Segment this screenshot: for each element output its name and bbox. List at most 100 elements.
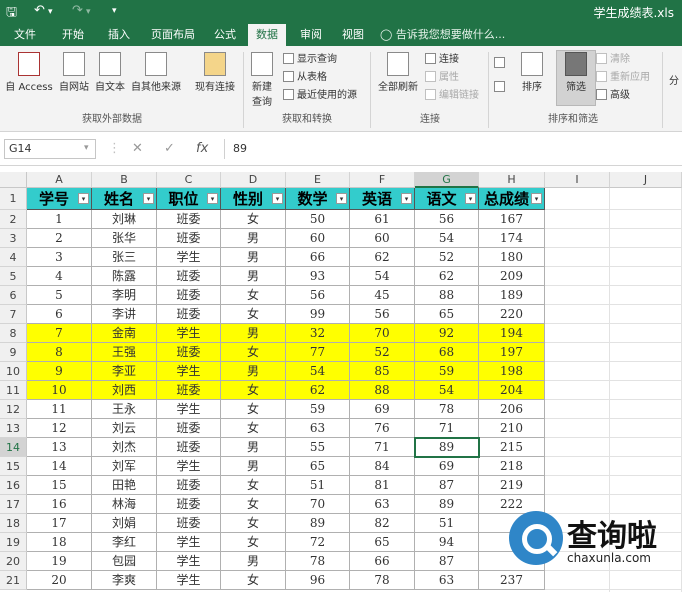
table-cell[interactable]: 王永 (92, 400, 157, 419)
name-box[interactable]: G14 (4, 139, 96, 159)
table-cell[interactable]: 班委 (157, 476, 221, 495)
table-cell[interactable]: 69 (350, 400, 415, 419)
filter-dropdown-icon[interactable]: ▾ (272, 193, 283, 204)
from-table-button[interactable]: 从表格 (283, 70, 327, 86)
table-cell[interactable]: 班委 (157, 286, 221, 305)
column-header-a[interactable]: A (27, 172, 92, 188)
row-header-14[interactable]: 14 (0, 438, 27, 457)
table-cell[interactable]: 学生 (157, 571, 221, 590)
from-access-button[interactable]: 自 Access (4, 52, 54, 93)
table-cell[interactable]: 李明 (92, 286, 157, 305)
refresh-all-button[interactable]: 全部刷新 (374, 52, 422, 93)
table-cell[interactable]: 78 (350, 571, 415, 590)
tell-me-box[interactable]: ◯ 告诉我您想要做什么... (380, 24, 505, 46)
table-cell[interactable]: 女 (221, 400, 286, 419)
table-cell[interactable]: 54 (350, 267, 415, 286)
new-query-button[interactable]: 新建 查询 (246, 52, 278, 108)
table-cell[interactable]: 68 (415, 343, 479, 362)
table-cell[interactable]: 180 (479, 248, 545, 267)
enter-icon[interactable]: ✓ (164, 141, 175, 156)
table-cell[interactable]: 65 (286, 457, 350, 476)
row-header-15[interactable]: 15 (0, 457, 27, 476)
from-text-button[interactable]: 自文本 (92, 52, 128, 93)
column-header-i[interactable]: I (545, 172, 610, 188)
column-header-h[interactable]: H (479, 172, 545, 188)
table-cell[interactable]: 63 (415, 571, 479, 590)
table-cell[interactable]: 65 (415, 305, 479, 324)
table-cell[interactable]: 89 (415, 495, 479, 514)
table-cell[interactable]: 男 (221, 362, 286, 381)
table-cell[interactable]: 219 (479, 476, 545, 495)
tab-page-layout[interactable]: 页面布局 (144, 24, 202, 46)
table-cell[interactable]: 男 (221, 324, 286, 343)
table-cell[interactable]: 65 (350, 533, 415, 552)
header-cell[interactable]: 英语 ▾ (350, 188, 415, 210)
table-cell[interactable]: 55 (286, 438, 350, 457)
table-cell[interactable]: 林海 (92, 495, 157, 514)
header-cell[interactable]: 学号 ▾ (27, 188, 92, 210)
table-cell[interactable]: 4 (27, 267, 92, 286)
table-cell[interactable]: 194 (479, 324, 545, 343)
table-cell[interactable]: 李亚 (92, 362, 157, 381)
table-cell[interactable]: 男 (221, 438, 286, 457)
table-cell[interactable]: 85 (350, 362, 415, 381)
table-cell[interactable]: 87 (415, 552, 479, 571)
table-cell[interactable]: 84 (350, 457, 415, 476)
tab-data[interactable]: 数据 (248, 24, 286, 46)
row-header-8[interactable]: 8 (0, 324, 27, 343)
recent-sources-button[interactable]: 最近使用的源 (283, 88, 357, 104)
row-header-9[interactable]: 9 (0, 343, 27, 362)
table-cell[interactable]: 班委 (157, 305, 221, 324)
table-cell[interactable]: 54 (286, 362, 350, 381)
table-cell[interactable]: 54 (415, 381, 479, 400)
row-header-16[interactable]: 16 (0, 476, 27, 495)
table-cell[interactable]: 包园 (92, 552, 157, 571)
edit-links-button[interactable]: 编辑链接 (425, 88, 479, 104)
column-header-d[interactable]: D (221, 172, 286, 188)
table-cell[interactable]: 93 (286, 267, 350, 286)
insert-function-icon[interactable]: fx (196, 141, 208, 156)
header-cell[interactable]: 总成绩 ▾ (479, 188, 545, 210)
column-header-j[interactable]: J (610, 172, 682, 188)
table-cell[interactable]: 54 (415, 229, 479, 248)
filter-dropdown-icon[interactable]: ▾ (465, 193, 476, 204)
row-header-2[interactable]: 2 (0, 210, 27, 229)
filter-dropdown-icon[interactable]: ▾ (401, 193, 412, 204)
table-cell[interactable]: 81 (350, 476, 415, 495)
table-cell[interactable]: 56 (286, 286, 350, 305)
table-cell[interactable]: 学生 (157, 324, 221, 343)
table-cell[interactable]: 198 (479, 362, 545, 381)
table-cell[interactable]: 李讲 (92, 305, 157, 324)
filter-dropdown-icon[interactable]: ▾ (531, 193, 542, 204)
table-cell[interactable]: 田艳 (92, 476, 157, 495)
row-header-1[interactable]: 1 (0, 188, 27, 210)
table-cell[interactable]: 70 (286, 495, 350, 514)
customize-qat-icon[interactable]: ▾ (112, 6, 117, 16)
row-header-19[interactable]: 19 (0, 533, 27, 552)
tab-view[interactable]: 视图 (334, 24, 372, 46)
table-cell[interactable]: 班委 (157, 229, 221, 248)
select-all-corner[interactable] (0, 172, 27, 188)
clear-button[interactable]: 清除 (596, 52, 630, 68)
table-cell[interactable]: 72 (286, 533, 350, 552)
table-cell[interactable]: 12 (27, 419, 92, 438)
column-header-b[interactable]: B (92, 172, 157, 188)
table-cell[interactable]: 197 (479, 343, 545, 362)
undo-dropdown-icon[interactable]: ▾ (48, 7, 53, 17)
table-cell[interactable]: 59 (415, 362, 479, 381)
table-cell[interactable]: 16 (27, 495, 92, 514)
table-cell[interactable]: 班委 (157, 514, 221, 533)
table-cell[interactable]: 52 (350, 343, 415, 362)
table-cell[interactable]: 62 (286, 381, 350, 400)
table-cell[interactable]: 女 (221, 495, 286, 514)
advanced-filter-button[interactable]: 高级 (596, 88, 630, 104)
sort-button[interactable]: 排序 (514, 52, 550, 93)
table-cell[interactable]: 71 (350, 438, 415, 457)
table-cell[interactable]: 60 (350, 229, 415, 248)
table-cell[interactable]: 学生 (157, 400, 221, 419)
table-cell[interactable]: 51 (415, 514, 479, 533)
table-cell[interactable]: 56 (415, 210, 479, 229)
cancel-icon[interactable]: ✕ (132, 141, 143, 156)
table-cell[interactable]: 3 (27, 248, 92, 267)
table-cell[interactable]: 220 (479, 305, 545, 324)
